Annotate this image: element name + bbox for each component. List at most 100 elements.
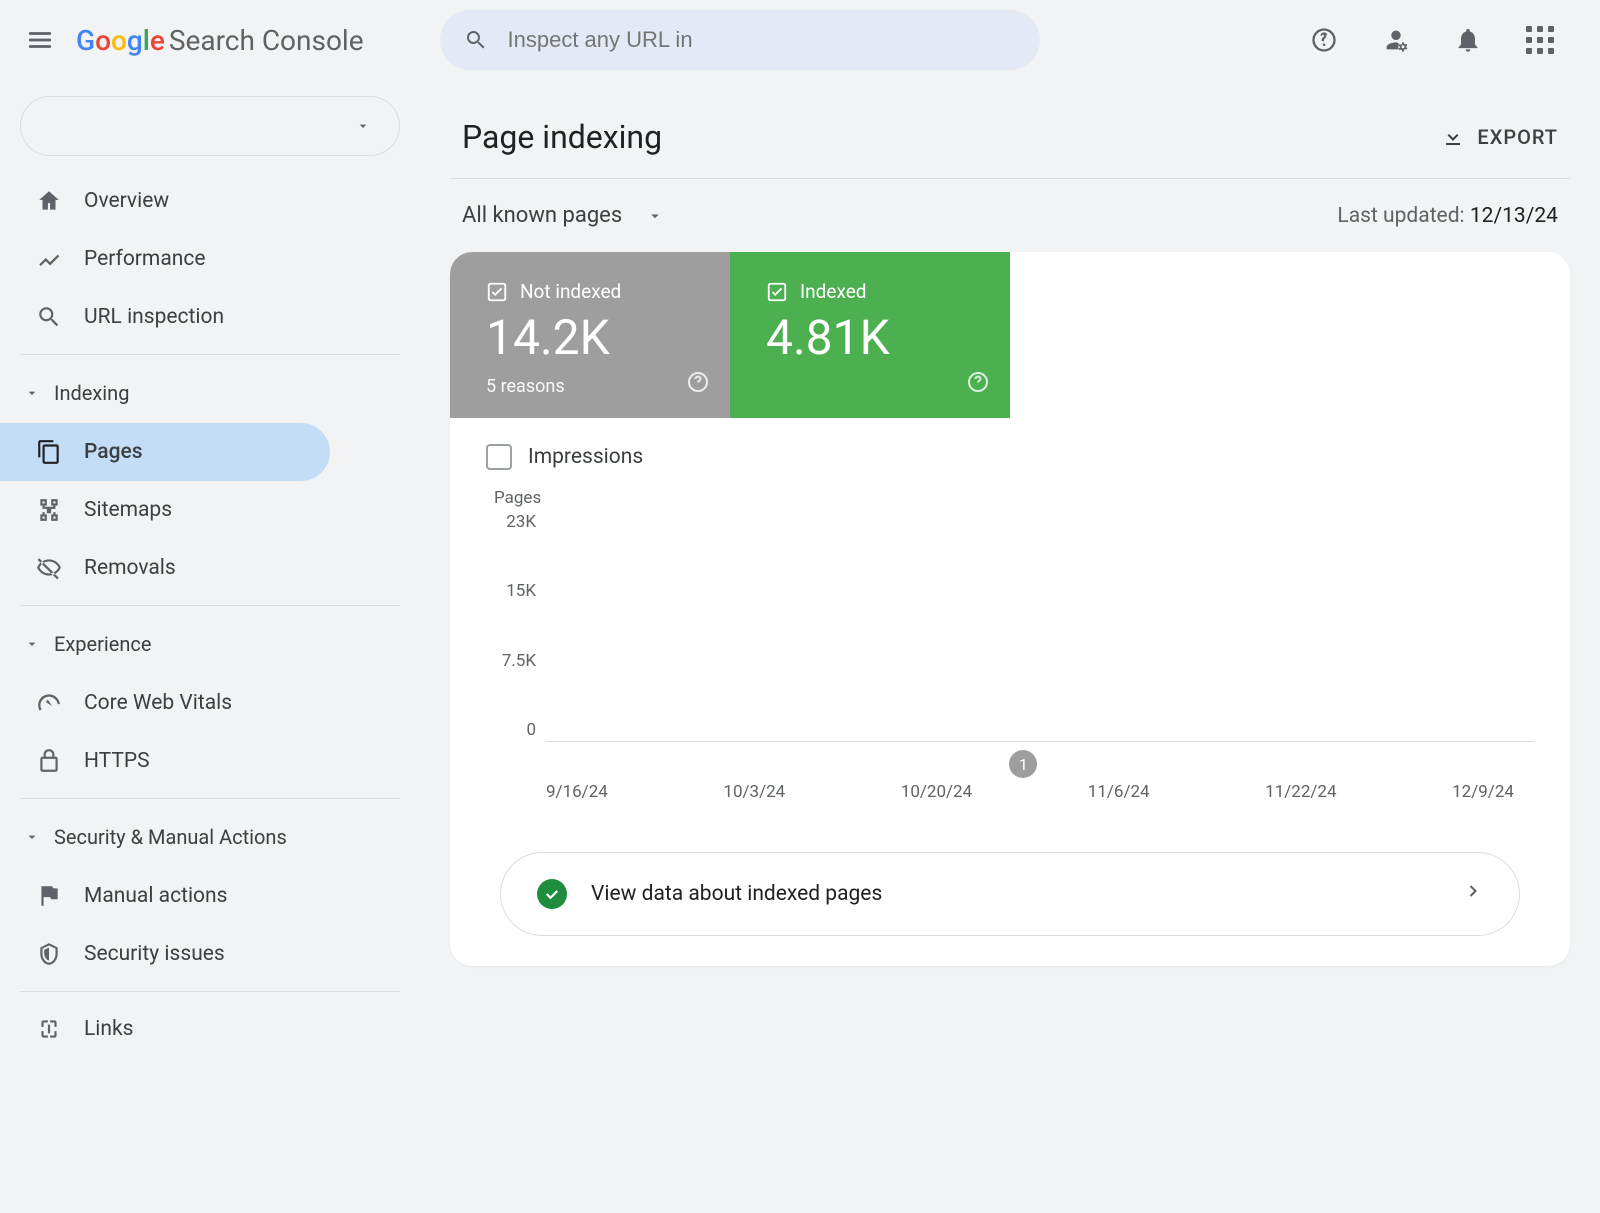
- help-icon: [686, 370, 710, 394]
- pages-icon: [36, 439, 62, 465]
- tab-value: 14.2K: [486, 309, 694, 366]
- help-icon: [966, 370, 990, 394]
- page-title: Page indexing: [462, 118, 662, 156]
- check-badge-icon: [537, 879, 567, 909]
- url-inspect-search[interactable]: [440, 10, 1040, 70]
- filter-dropdown[interactable]: All known pages: [462, 203, 664, 228]
- chevron-right-icon: [1463, 881, 1483, 907]
- sitemap-icon: [36, 497, 62, 523]
- view-indexed-data-button[interactable]: View data about indexed pages: [500, 852, 1520, 936]
- property-selector[interactable]: [20, 96, 400, 156]
- sidebar-item-removals[interactable]: Removals: [0, 539, 330, 597]
- help-icon: [1310, 26, 1338, 54]
- tab-value: 4.81K: [766, 309, 974, 366]
- sidebar-item-label: HTTPS: [84, 749, 150, 773]
- status-tabs: Not indexed 14.2K 5 reasons Indexed 4.81…: [450, 252, 1570, 418]
- checkbox-checked-icon: [486, 281, 508, 303]
- removals-icon: [36, 555, 62, 581]
- view-data-label: View data about indexed pages: [591, 882, 882, 906]
- tab-label: Not indexed: [520, 280, 621, 303]
- impressions-checkbox[interactable]: [486, 444, 512, 470]
- divider: [20, 991, 400, 992]
- sidebar-item-links[interactable]: Links: [0, 1000, 330, 1058]
- trending-icon: [36, 246, 62, 272]
- tab-help-button[interactable]: [966, 370, 990, 398]
- product-name: Search Console: [169, 24, 364, 57]
- checkbox-checked-icon: [766, 281, 788, 303]
- shield-icon: [36, 941, 62, 967]
- sidebar-item-overview[interactable]: Overview: [0, 172, 330, 230]
- url-inspect-input[interactable]: [508, 27, 1016, 53]
- last-updated: Last updated: 12/13/24: [1337, 204, 1558, 228]
- divider: [20, 354, 400, 355]
- sidebar-item-pages[interactable]: Pages: [0, 423, 330, 481]
- tab-subtext: [766, 376, 974, 398]
- status-tab-not-indexed[interactable]: Not indexed 14.2K 5 reasons: [450, 252, 730, 418]
- home-icon: [36, 188, 62, 214]
- topbar-actions: [1304, 20, 1580, 60]
- caret-down-icon: [646, 207, 664, 225]
- sidebar-section-experience[interactable]: Experience: [0, 614, 420, 674]
- tab-help-button[interactable]: [686, 370, 710, 398]
- sidebar-section-indexing[interactable]: Indexing: [0, 363, 420, 423]
- lock-icon: [36, 748, 62, 774]
- help-button[interactable]: [1304, 20, 1344, 60]
- sidebar: Overview Performance URL inspection Inde…: [0, 80, 420, 1213]
- chart-y-axis: 23K15K7.5K0: [486, 512, 536, 742]
- export-button[interactable]: EXPORT: [1441, 125, 1558, 149]
- caret-down-icon: [24, 385, 40, 401]
- filter-label: All known pages: [462, 203, 622, 228]
- product-logo[interactable]: Google Search Console: [76, 24, 364, 57]
- caret-down-icon: [24, 829, 40, 845]
- user-settings-icon: [1382, 26, 1410, 54]
- impressions-label: Impressions: [528, 445, 643, 469]
- caret-down-icon: [355, 118, 371, 134]
- caret-down-icon: [24, 636, 40, 652]
- chart-ylabel: Pages: [494, 488, 1534, 508]
- flag-icon: [36, 883, 62, 909]
- sidebar-item-label: Performance: [84, 247, 205, 271]
- menu-button[interactable]: [20, 20, 60, 60]
- sidebar-item-label: Overview: [84, 189, 169, 213]
- tab-label: Indexed: [800, 280, 866, 303]
- apps-grid-icon: [1526, 26, 1554, 54]
- search-icon: [464, 27, 488, 53]
- apps-button[interactable]: [1520, 20, 1560, 60]
- chart-area: Pages 23K15K7.5K0 1 9/16/2410/3/2410/20/…: [450, 480, 1570, 832]
- filter-row: All known pages Last updated: 12/13/24: [450, 179, 1570, 252]
- speed-icon: [36, 690, 62, 716]
- sidebar-item-sitemaps[interactable]: Sitemaps: [0, 481, 330, 539]
- sidebar-item-https[interactable]: HTTPS: [0, 732, 330, 790]
- sidebar-item-label: Core Web Vitals: [84, 691, 232, 715]
- sidebar-item-security-issues[interactable]: Security issues: [0, 925, 330, 983]
- sidebar-section-label: Security & Manual Actions: [54, 825, 287, 849]
- sidebar-item-label: Pages: [84, 440, 143, 464]
- sidebar-item-label: Security issues: [84, 942, 225, 966]
- sidebar-item-performance[interactable]: Performance: [0, 230, 330, 288]
- sidebar-item-label: Sitemaps: [84, 498, 172, 522]
- sidebar-item-manual-actions[interactable]: Manual actions: [0, 867, 330, 925]
- notifications-button[interactable]: [1448, 20, 1488, 60]
- sidebar-item-core-web-vitals[interactable]: Core Web Vitals: [0, 674, 330, 732]
- page-header: Page indexing EXPORT: [450, 100, 1570, 179]
- sidebar-section-security[interactable]: Security & Manual Actions: [0, 807, 420, 867]
- sidebar-item-label: Manual actions: [84, 884, 227, 908]
- divider: [20, 798, 400, 799]
- google-logo-icon: Google: [76, 24, 165, 57]
- sidebar-section-label: Experience: [54, 632, 152, 656]
- search-icon: [36, 304, 62, 330]
- sidebar-item-url-inspection[interactable]: URL inspection: [0, 288, 330, 346]
- chart-x-axis: 9/16/2410/3/2410/20/2411/6/2411/22/2412/…: [486, 782, 1534, 802]
- sidebar-item-label: Removals: [84, 556, 176, 580]
- export-label: EXPORT: [1477, 125, 1558, 149]
- users-button[interactable]: [1376, 20, 1416, 60]
- impressions-toggle-row: Impressions: [450, 418, 1570, 480]
- chart-bars[interactable]: [546, 512, 1534, 742]
- topbar: Google Search Console: [0, 0, 1600, 80]
- status-tab-indexed[interactable]: Indexed 4.81K: [730, 252, 1010, 418]
- chart-event-marker[interactable]: 1: [1009, 750, 1037, 778]
- sidebar-section-label: Indexing: [54, 381, 129, 405]
- tab-subtext: 5 reasons: [486, 376, 694, 398]
- sidebar-item-label: Links: [84, 1017, 134, 1041]
- bell-icon: [1454, 26, 1482, 54]
